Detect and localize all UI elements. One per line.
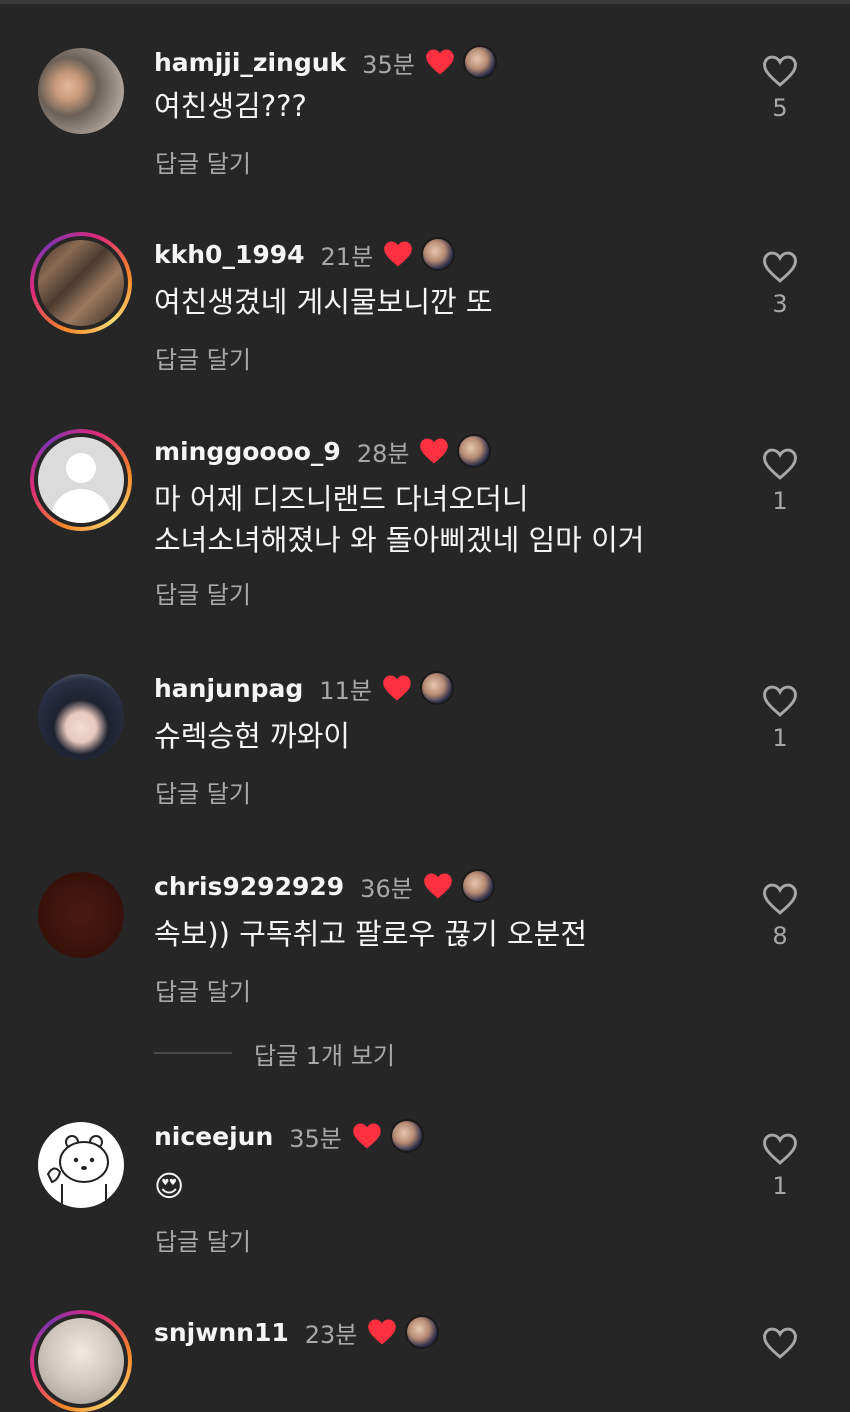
like-count: 5 (772, 94, 788, 122)
like-button[interactable]: 1 (760, 684, 800, 752)
heart-outline-icon (763, 1327, 797, 1359)
timestamp: 11분 (319, 676, 372, 705)
default-avatar-icon (38, 437, 124, 523)
creator-liked-heart-icon (383, 675, 411, 701)
creator-liked-heart-icon (368, 1319, 397, 1345)
like-count: 1 (772, 487, 788, 515)
timestamp: 35분 (362, 50, 415, 79)
heart-outline-icon (763, 883, 797, 915)
avatar[interactable] (30, 1310, 132, 1412)
reply-button[interactable]: 답글 달기 (155, 774, 251, 809)
like-count: 1 (772, 1172, 788, 1200)
creator-liked-heart-icon (353, 1123, 381, 1149)
avatar[interactable] (30, 232, 132, 334)
creator-avatar-icon (457, 434, 492, 468)
like-button[interactable]: 8 (760, 882, 800, 950)
avatar[interactable] (30, 864, 132, 966)
reply-button[interactable]: 답글 달기 (155, 340, 251, 375)
heart-outline-icon (763, 448, 797, 480)
avatar[interactable] (30, 429, 132, 531)
creator-avatar-icon (421, 237, 456, 271)
creator-avatar-icon (462, 45, 497, 79)
comment-text-line: 마 어제 디즈니랜드 다녀오더니 (154, 482, 529, 516)
avatar[interactable] (30, 666, 132, 768)
like-button[interactable]: 1 (760, 1132, 800, 1200)
username[interactable]: snjwnn11 (154, 1318, 289, 1347)
comment-text: 여친생겼네 게시물보니깐 또 (154, 285, 493, 319)
bear-avatar-icon (38, 1122, 124, 1208)
view-replies-button[interactable]: 답글 1개 보기 (154, 1036, 395, 1070)
reply-button[interactable]: 답글 달기 (155, 144, 251, 179)
creator-liked-heart-icon (424, 873, 452, 899)
creator-avatar-icon (419, 671, 454, 705)
photo-avatar-icon (38, 1318, 124, 1404)
heart-outline-icon (763, 685, 797, 717)
dark-avatar-icon (38, 872, 124, 958)
timestamp: 23분 (304, 1320, 358, 1349)
comment-text: 슈렉승현 까와이 (154, 719, 350, 753)
like-button[interactable]: 1 (760, 447, 800, 515)
timestamp: 35분 (289, 1124, 342, 1153)
avatar[interactable] (30, 40, 132, 142)
comment-text: 여친생김??? (154, 89, 307, 123)
username[interactable]: hanjunpag (154, 674, 303, 703)
like-button[interactable]: 3 (760, 250, 800, 318)
timestamp: 36분 (360, 874, 413, 903)
view-replies-label: 답글 1개 보기 (254, 1041, 395, 1070)
timestamp: 21분 (320, 242, 374, 271)
top-divider (0, 0, 850, 4)
comment-text: 속보)) 구독취고 팔로우 끊기 오분전 (154, 917, 588, 951)
photo-avatar-icon (38, 240, 124, 326)
anime-avatar-icon (38, 674, 124, 760)
like-button[interactable]: 5 (760, 54, 800, 122)
username[interactable]: kkh0_1994 (154, 240, 305, 269)
bear-drawing-icon (46, 1135, 109, 1208)
creator-liked-heart-icon (384, 241, 412, 267)
comment-text-line: 소녀소녀해졌나 와 돌아삐겠네 임마 이거 (154, 523, 645, 557)
photo-avatar-icon (38, 48, 124, 134)
like-count: 1 (772, 724, 788, 752)
username[interactable]: niceejun (154, 1122, 273, 1151)
comment-text: 😍 (154, 1169, 185, 1203)
reply-button[interactable]: 답글 달기 (155, 575, 251, 610)
like-button[interactable] (760, 1326, 800, 1360)
reply-button[interactable]: 답글 달기 (155, 972, 251, 1007)
avatar[interactable] (30, 1114, 132, 1216)
creator-avatar-icon (460, 869, 495, 903)
divider (154, 1052, 232, 1054)
like-count: 8 (772, 922, 788, 950)
heart-outline-icon (763, 55, 797, 87)
username[interactable]: hamjji_zinguk (154, 48, 346, 77)
username[interactable]: minggoooo_9 (154, 437, 341, 466)
creator-avatar-icon (389, 1119, 424, 1153)
heart-outline-icon (763, 1133, 797, 1165)
creator-avatar-icon (405, 1315, 440, 1349)
creator-liked-heart-icon (420, 438, 449, 464)
timestamp: 28분 (356, 439, 410, 468)
heart-outline-icon (763, 251, 797, 283)
reply-button[interactable]: 답글 달기 (155, 1222, 251, 1257)
username[interactable]: chris9292929 (154, 872, 344, 901)
like-count: 3 (772, 290, 788, 318)
creator-liked-heart-icon (426, 49, 454, 75)
